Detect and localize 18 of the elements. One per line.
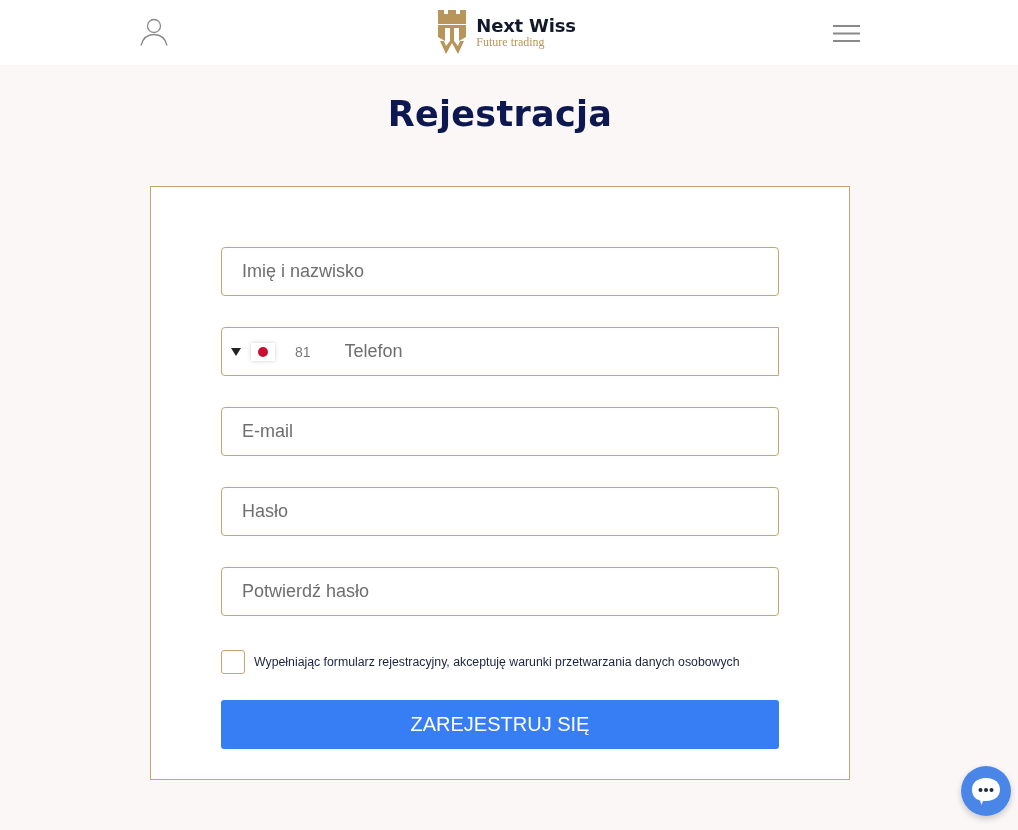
flag-icon bbox=[251, 342, 275, 361]
tower-logo-icon bbox=[437, 10, 468, 55]
register-button[interactable]: ZAREJESTRUJ SIĘ bbox=[221, 700, 779, 749]
menu-icon[interactable] bbox=[833, 25, 860, 42]
page-title: Rejestracja bbox=[387, 93, 613, 136]
caret-icon bbox=[231, 347, 241, 356]
phone-field[interactable]: 81 Telefon bbox=[221, 327, 779, 376]
brand-tagline: Future trading bbox=[476, 36, 546, 49]
chat-icon[interactable] bbox=[961, 766, 1011, 816]
consent-checkbox[interactable] bbox=[221, 650, 245, 674]
text-input-field[interactable]: Hasło bbox=[221, 487, 779, 536]
user-icon[interactable] bbox=[140, 17, 168, 46]
country-select[interactable]: 81 bbox=[231, 342, 311, 361]
text-input-field[interactable]: E-mail bbox=[221, 407, 779, 456]
text-input-field[interactable]: Potwierdź hasło bbox=[221, 567, 779, 616]
brand-name: Next Wiss bbox=[476, 16, 576, 36]
text-input-field[interactable]: Imię i nazwisko bbox=[221, 247, 779, 296]
consent-text: Wypełniając formularz rejestracyjny, akceptuję warunki przetwarzania danych osobowych bbox=[254, 655, 740, 669]
